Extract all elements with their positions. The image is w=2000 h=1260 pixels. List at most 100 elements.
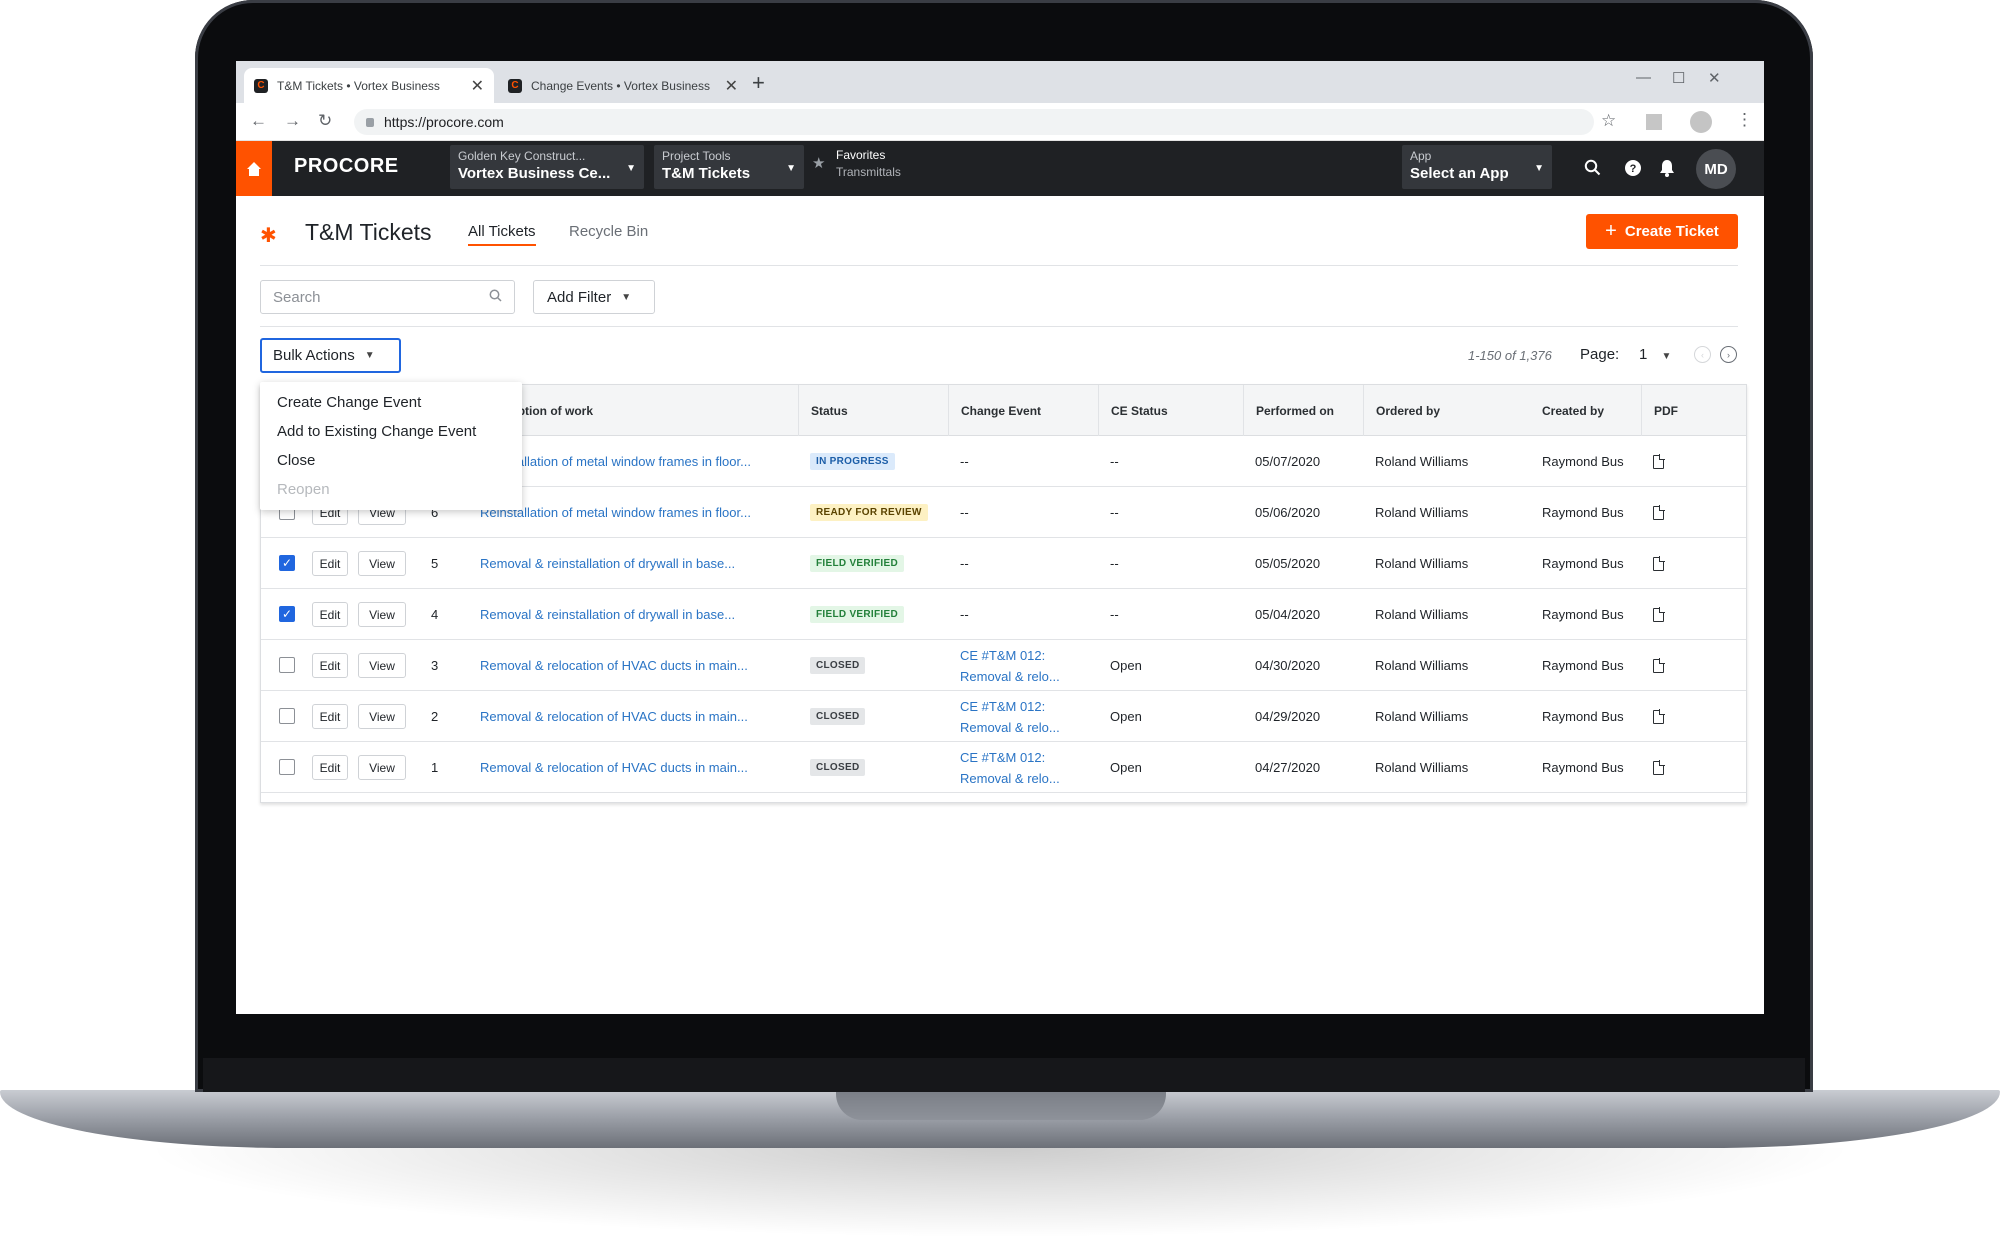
project-tools-selector[interactable]: Project Tools T&M Tickets ▼ <box>654 145 804 189</box>
ce-status-value: -- <box>1110 505 1119 520</box>
column-header-status[interactable]: Status <box>798 385 948 436</box>
search-input[interactable] <box>273 288 489 306</box>
description-link[interactable]: Removal & reinstallation of drywall in b… <box>480 607 735 622</box>
ordered-by-name: Roland Williams <box>1375 760 1469 775</box>
close-tab-icon[interactable]: ✕ <box>471 76 484 96</box>
row-checkbox[interactable] <box>279 759 295 775</box>
description-link[interactable]: Removal & relocation of HVAC ducts in ma… <box>480 760 748 775</box>
menu-item-reopen: Reopen <box>277 481 330 498</box>
favorite-item-transmittals[interactable]: Transmittals <box>836 165 901 179</box>
edit-button[interactable]: Edit <box>312 551 348 576</box>
ce-status-value: -- <box>1110 556 1119 571</box>
pdf-document-icon[interactable] <box>1653 657 1665 673</box>
page-title: T&M Tickets <box>305 219 432 245</box>
pdf-document-icon[interactable] <box>1653 759 1665 775</box>
performed-on-date: 05/04/2020 <box>1255 607 1321 622</box>
browser-menu-icon[interactable]: ⋮ <box>1736 110 1753 130</box>
pdf-document-icon[interactable] <box>1653 708 1665 724</box>
description-link[interactable]: Removal & relocation of HVAC ducts in ma… <box>480 658 748 673</box>
view-button[interactable]: View <box>358 653 406 678</box>
row-checkbox[interactable]: ✓ <box>279 606 295 622</box>
pdf-document-icon[interactable] <box>1653 504 1665 520</box>
ticket-number: 5 <box>431 556 439 571</box>
row-checkbox[interactable]: ✓ <box>279 555 295 571</box>
browser-tab-change-events[interactable]: C Change Events • Vortex Business ✕ <box>498 68 748 103</box>
bookmark-star-icon[interactable]: ☆ <box>1601 111 1616 131</box>
chevron-down-icon: ▼ <box>621 291 632 303</box>
laptop-shadow <box>140 1148 1860 1238</box>
help-icon[interactable]: ? <box>1624 159 1642 182</box>
previous-page-icon[interactable]: ‹ <box>1694 346 1711 363</box>
pdf-document-icon[interactable] <box>1653 453 1665 469</box>
performed-on-date: 05/07/2020 <box>1255 454 1321 469</box>
ordered-by-name: Roland Williams <box>1375 505 1469 520</box>
view-button[interactable]: View <box>358 602 406 627</box>
row-checkbox[interactable] <box>279 657 295 673</box>
column-header-performed-on[interactable]: Performed on <box>1243 385 1363 436</box>
description-link[interactable]: Removal & relocation of HVAC ducts in ma… <box>480 709 748 724</box>
edit-button[interactable]: Edit <box>312 602 348 627</box>
forward-icon[interactable]: → <box>284 111 301 131</box>
page-number-select[interactable]: 1 ▼ <box>1639 346 1671 363</box>
notifications-bell-icon[interactable] <box>1659 159 1675 182</box>
close-window-icon[interactable]: ✕ <box>1708 69 1721 87</box>
edit-button[interactable]: Edit <box>312 755 348 780</box>
menu-item-add-to-existing-change-event[interactable]: Add to Existing Change Event <box>277 423 476 440</box>
column-header-created-by[interactable]: Created by <box>1530 385 1641 436</box>
app-selector[interactable]: App Select an App ▼ <box>1402 145 1552 189</box>
home-button[interactable] <box>236 141 272 196</box>
pdf-document-icon[interactable] <box>1653 606 1665 622</box>
performed-on-date: 04/30/2020 <box>1255 658 1321 673</box>
minimize-window-icon[interactable]: — <box>1636 69 1651 86</box>
company-project-selector[interactable]: Golden Key Construct... Vortex Business … <box>450 145 644 189</box>
view-button[interactable]: View <box>358 755 406 780</box>
new-tab-icon[interactable]: + <box>752 70 765 96</box>
app-label: App <box>1410 149 1432 163</box>
extension-icon[interactable] <box>1646 114 1662 130</box>
browser-tab-tm-tickets[interactable]: C T&M Tickets • Vortex Business ✕ <box>244 68 494 103</box>
menu-item-create-change-event[interactable]: Create Change Event <box>277 394 421 411</box>
column-header-change-event[interactable]: Change Event <box>948 385 1098 436</box>
search-icon[interactable] <box>1584 159 1601 181</box>
status-badge: FIELD VERIFIED <box>810 555 904 572</box>
status-badge: CLOSED <box>810 657 866 674</box>
chevron-down-icon: ▼ <box>1534 163 1544 174</box>
browser-tab-title: T&M Tickets • Vortex Business <box>277 78 440 93</box>
row-checkbox[interactable] <box>279 708 295 724</box>
procore-logo[interactable]: PROCORE <box>294 155 399 178</box>
company-label: Golden Key Construct... <box>458 149 586 163</box>
change-event-link[interactable]: CE #T&M 012: Removal & relo... <box>960 747 1080 789</box>
tab-all-tickets[interactable]: All Tickets <box>468 223 536 246</box>
back-icon[interactable]: ← <box>250 111 267 131</box>
column-header-ce-status[interactable]: CE Status <box>1098 385 1243 436</box>
close-tab-icon[interactable]: ✕ <box>725 76 738 96</box>
edit-button[interactable]: Edit <box>312 704 348 729</box>
performed-on-date: 05/05/2020 <box>1255 556 1321 571</box>
address-bar[interactable]: https://procore.com <box>354 109 1594 135</box>
browser-profile-icon[interactable] <box>1690 111 1712 133</box>
view-button[interactable]: View <box>358 551 406 576</box>
edit-button[interactable]: Edit <box>312 653 348 678</box>
add-filter-button[interactable]: Add Filter ▼ <box>533 280 655 314</box>
change-event-link[interactable]: CE #T&M 012: Removal & relo... <box>960 645 1080 687</box>
maximize-window-icon[interactable]: ☐ <box>1672 69 1685 87</box>
view-button[interactable]: View <box>358 704 406 729</box>
change-event-value: -- <box>960 505 969 520</box>
menu-item-close[interactable]: Close <box>277 452 315 469</box>
search-box[interactable] <box>260 280 515 314</box>
create-ticket-button[interactable]: + Create Ticket <box>1586 214 1738 249</box>
ce-status-value: Open <box>1110 658 1142 673</box>
app-value: Select an App <box>1410 165 1509 182</box>
reload-icon[interactable]: ↻ <box>318 111 332 131</box>
tool-gear-icon: ✱ <box>260 225 277 247</box>
description-link[interactable]: Removal & reinstallation of drywall in b… <box>480 556 735 571</box>
bulk-actions-button[interactable]: Bulk Actions ▼ <box>260 338 401 373</box>
tab-recycle-bin[interactable]: Recycle Bin <box>569 223 648 240</box>
search-icon[interactable] <box>489 289 502 305</box>
pdf-document-icon[interactable] <box>1653 555 1665 571</box>
bulk-actions-label: Bulk Actions <box>273 347 355 364</box>
change-event-link[interactable]: CE #T&M 012: Removal & relo... <box>960 696 1080 738</box>
user-avatar[interactable]: MD <box>1696 149 1736 189</box>
next-page-icon[interactable]: › <box>1720 346 1737 363</box>
column-header-ordered-by[interactable]: Ordered by <box>1363 385 1530 436</box>
